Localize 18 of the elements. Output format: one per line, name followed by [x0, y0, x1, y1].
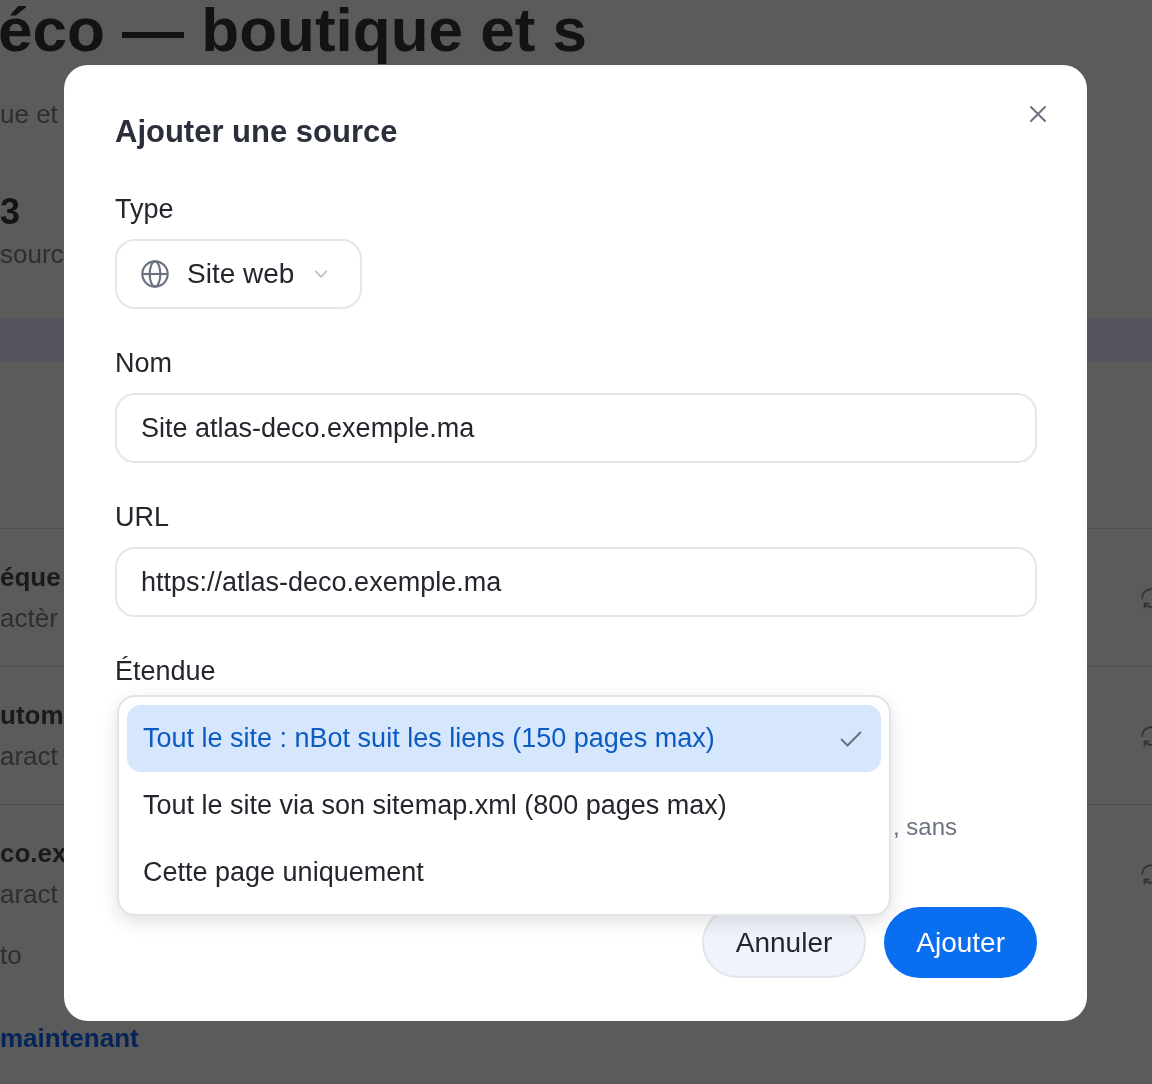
source-name: utom: [0, 699, 64, 731]
source-name: co.ex: [0, 837, 67, 869]
globe-icon: [139, 258, 171, 290]
name-field[interactable]: Site atlas-deco.exemple.ma: [115, 393, 1037, 463]
dropdown-option[interactable]: Tout le site : nBot suit les liens (150 pages max): [127, 705, 881, 772]
dropdown-option[interactable]: Cette page uniquement: [127, 839, 881, 906]
add-button[interactable]: Ajouter: [884, 907, 1037, 978]
field-label: Nom: [115, 347, 173, 380]
stat-value: 3: [0, 192, 21, 232]
dropdown-option[interactable]: Tout le site via son sitemap.xml (800 pages max): [127, 772, 881, 839]
dialog-title: Ajouter une source: [115, 113, 399, 151]
field-label: Étendue: [115, 655, 217, 688]
type-select[interactable]: Site web: [115, 239, 363, 309]
field-label: URL: [115, 501, 170, 534]
field-label: Type: [115, 193, 175, 226]
help-text: , sans: [893, 813, 958, 841]
url-field[interactable]: https://atlas-deco.exemple.ma: [115, 547, 1037, 617]
source-name: éque: [0, 561, 61, 593]
